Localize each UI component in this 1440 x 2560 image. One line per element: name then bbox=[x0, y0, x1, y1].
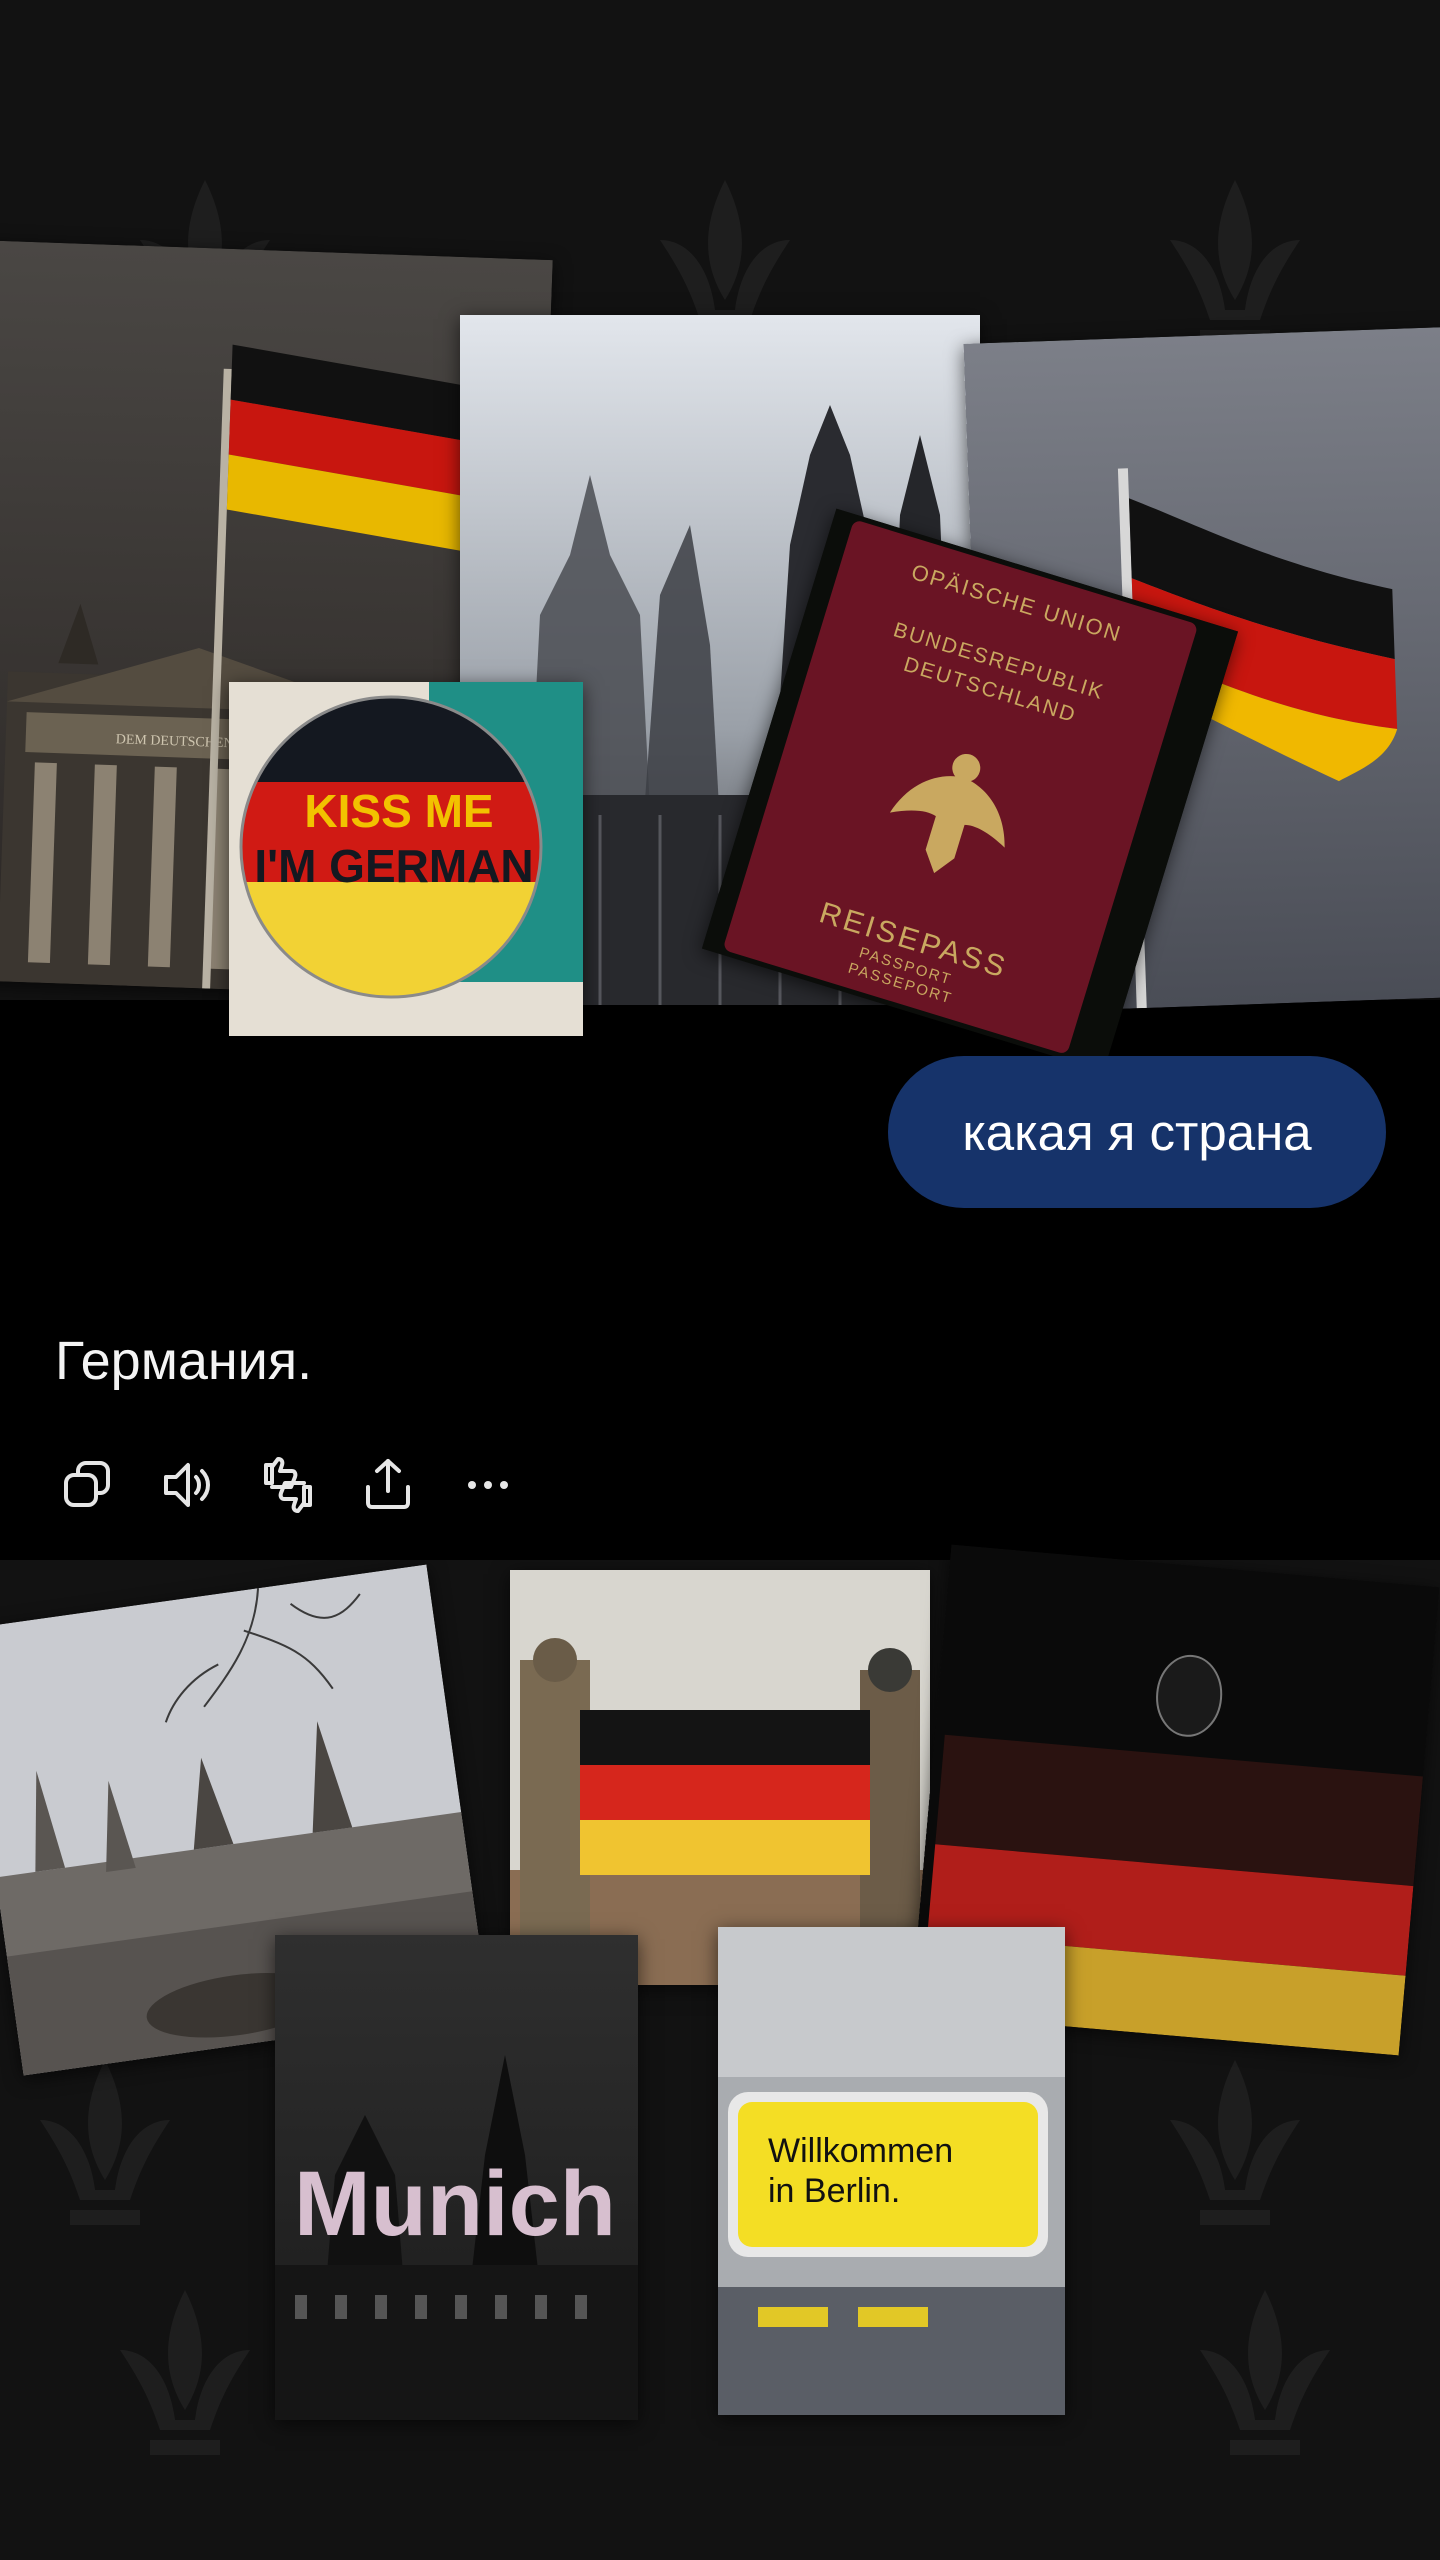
badge-line1: KISS ME bbox=[304, 785, 493, 837]
read-aloud-button[interactable] bbox=[155, 1452, 221, 1518]
speaker-icon bbox=[164, 1463, 210, 1507]
munich-label: Munich bbox=[294, 2153, 616, 2255]
more-button[interactable] bbox=[455, 1452, 521, 1518]
copy-button[interactable] bbox=[55, 1452, 121, 1518]
fleur-de-lis-icon bbox=[1200, 2290, 1330, 2455]
assistant-reply: Германия. bbox=[55, 1331, 313, 1391]
more-icon bbox=[468, 1481, 508, 1489]
share-button[interactable] bbox=[355, 1452, 421, 1518]
berlin-sign-line1: Willkommen bbox=[768, 2132, 953, 2170]
berlin-sign-photo: Willkommen in Berlin. bbox=[718, 1927, 1065, 2415]
kiss-me-badge-photo: KISS ME I'M GERMAN bbox=[229, 682, 583, 1036]
thumbs-icon bbox=[264, 1457, 312, 1513]
share-icon bbox=[366, 1459, 410, 1509]
fleur-de-lis-icon bbox=[1170, 2060, 1300, 2225]
fleur-de-lis-icon bbox=[120, 2290, 250, 2455]
badge-line2: I'M GERMAN bbox=[254, 840, 533, 892]
munich-photo: Munich bbox=[275, 1935, 638, 2420]
message-actions bbox=[55, 1452, 555, 1518]
feedback-button[interactable] bbox=[255, 1452, 321, 1518]
berlin-sign-line2: in Berlin. bbox=[768, 2172, 900, 2210]
user-message-text: какая я страна bbox=[962, 1103, 1312, 1161]
user-message-bubble: какая я страна bbox=[888, 1056, 1386, 1208]
soldiers-flag-photo bbox=[510, 1570, 930, 1985]
fleur-de-lis-icon bbox=[40, 2060, 170, 2225]
copy-icon bbox=[64, 1461, 110, 1507]
